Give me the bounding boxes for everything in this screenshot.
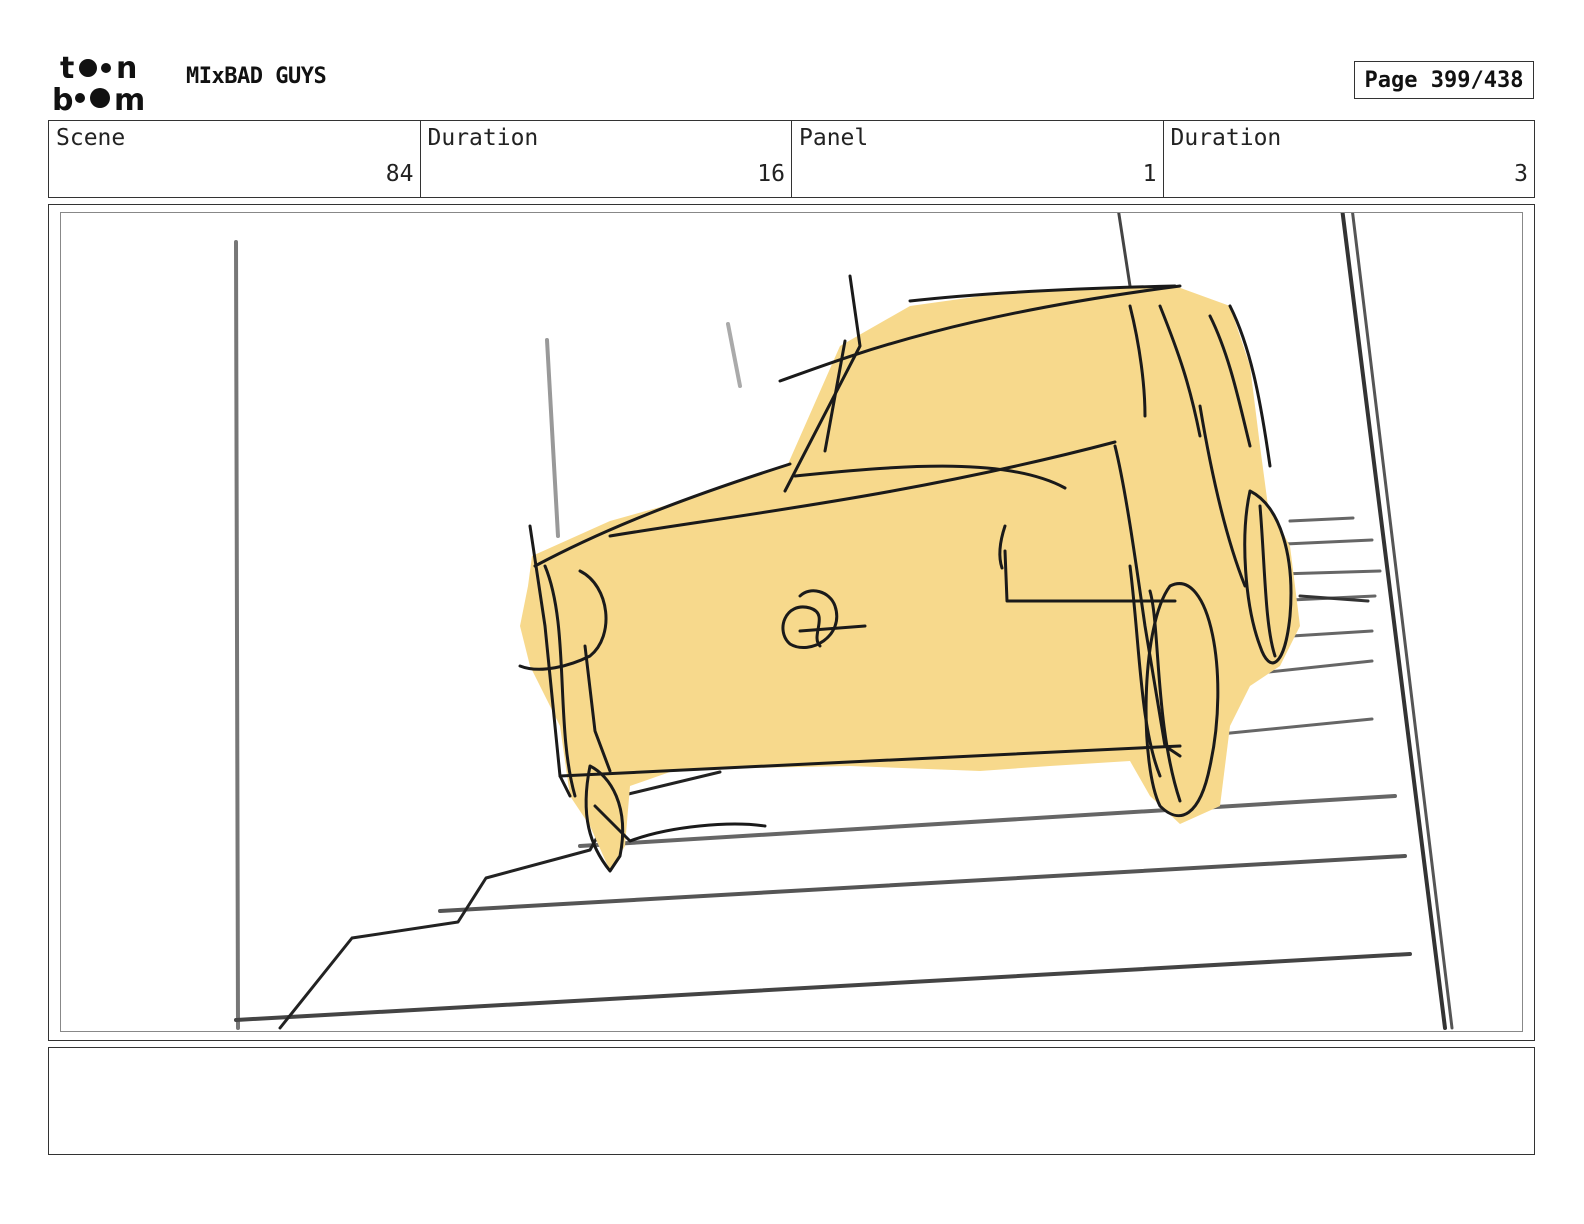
scene-duration-cell: Duration 16: [421, 121, 792, 197]
scene-value: 84: [385, 161, 414, 187]
scene-label: Scene: [56, 125, 126, 151]
panel-duration-cell: Duration 3: [1164, 121, 1535, 197]
logo-icon: t n b m: [52, 51, 145, 118]
panel-cell: Panel 1: [792, 121, 1164, 197]
scene-info-row: Scene 84 Duration 16 Panel 1 Duration 3: [48, 120, 1535, 198]
storyboard-panel: [48, 204, 1535, 1041]
page-indicator: Page 399/438: [1354, 61, 1534, 99]
toon-boom-logo: t n b m: [50, 50, 166, 118]
car-sketch-illustration: [234, 213, 1454, 1030]
project-title: MIxBAD GUYS: [186, 64, 327, 89]
svg-text:t: t: [60, 51, 74, 86]
panel-duration-label: Duration: [1170, 125, 1282, 151]
scene-duration-value: 16: [757, 161, 785, 187]
panel-notes-box: [48, 1047, 1535, 1155]
svg-text:n: n: [116, 51, 137, 86]
svg-text:b: b: [52, 83, 73, 114]
scene-duration-label: Duration: [427, 125, 539, 151]
svg-text:m: m: [114, 83, 145, 114]
panel-value: 1: [1142, 161, 1157, 187]
panel-label: Panel: [799, 125, 869, 151]
panel-duration-value: 3: [1514, 161, 1528, 187]
panel-image-area: [60, 212, 1523, 1032]
scene-cell: Scene 84: [49, 121, 421, 197]
